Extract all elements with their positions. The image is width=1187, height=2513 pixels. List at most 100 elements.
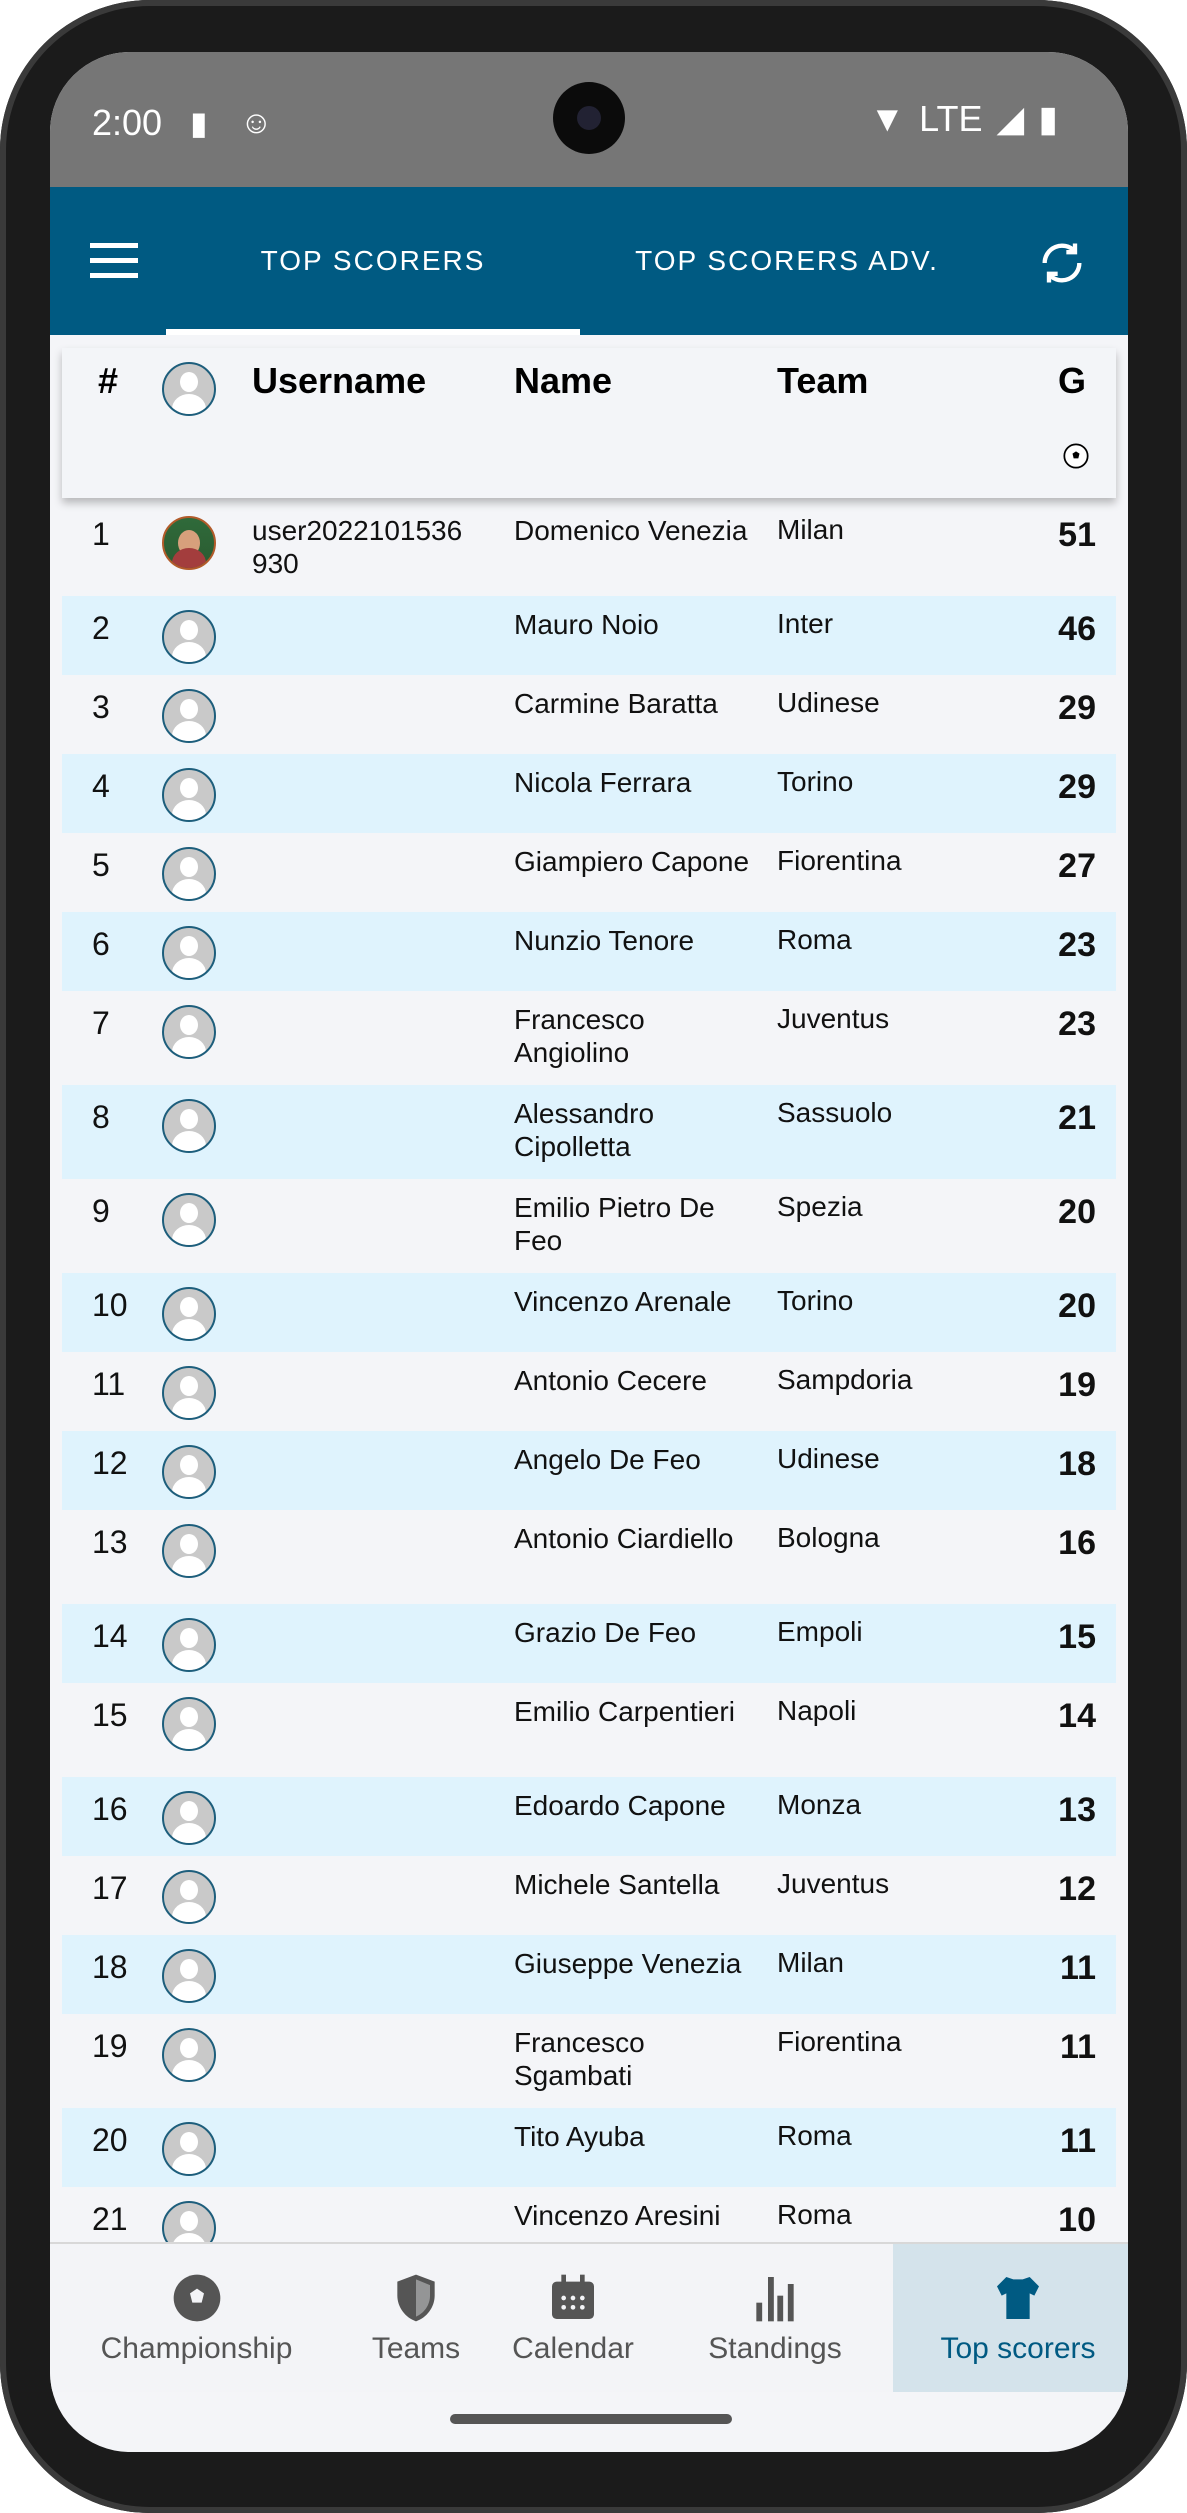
table-row[interactable]: 20 Tito Ayuba Roma 11 [62,2108,1116,2187]
shield-icon [397,2274,435,2322]
rank: 3 [92,689,110,725]
screen: 2:00 ▮ ☺ ▼ LTE ◢ ▮ TOP SCORERS TOP SCORE… [50,52,1128,2452]
rank: 10 [92,1287,128,1323]
table-row[interactable]: 13 Antonio Ciardiello Bologna 16 [62,1510,1116,1604]
avatar [162,1791,216,1845]
goals: 14 [1058,1697,1096,1735]
table-row[interactable]: 9 Emilio Pietro De Feo Spezia 20 [62,1179,1116,1273]
header-goals[interactable]: G [1058,360,1086,402]
status-bar: 2:00 ▮ ☺ ▼ LTE ◢ ▮ [50,52,1128,187]
table-row[interactable]: 8 Alessandro Cipolletta Sassuolo 21 [62,1085,1116,1179]
player-name: Francesco Angiolino [514,1004,645,1068]
rank: 2 [92,610,110,646]
table-row[interactable]: 14 Grazio De Feo Empoli 15 [62,1604,1116,1683]
front-camera [553,82,625,154]
avatar [162,1445,216,1499]
player-name: Emilio Pietro De Feo [514,1192,715,1256]
avatar-header-icon [162,362,216,416]
header-team[interactable]: Team [777,360,868,402]
header-rank[interactable]: # [98,360,118,402]
nav-item-teams[interactable]: Teams [343,2244,489,2392]
player-name: Mauro Noio [514,609,659,640]
sd-card-icon: ▮ [190,105,208,141]
table-row[interactable]: 10 Vincenzo Arenale Torino 20 [62,1273,1116,1352]
team-name: Torino [777,1285,854,1316]
wifi-icon: ▼ [869,98,906,139]
table-row[interactable]: 3 Carmine Baratta Udinese 29 [62,675,1116,754]
goals: 11 [1060,2028,1096,2066]
status-right: ▼ LTE ◢ ▮ [870,98,1059,140]
table-row[interactable]: 2 Mauro Noio Inter 46 [62,596,1116,675]
team-name: Roma [777,924,852,955]
avatar [162,610,216,664]
rank: 20 [92,2122,128,2158]
table-row[interactable]: 6 Nunzio Tenore Roma 23 [62,912,1116,991]
status-time: 2:00 [92,102,163,143]
nav-item-standings[interactable]: Standings [657,2244,893,2392]
menu-icon[interactable] [90,243,138,279]
nav-item-championship[interactable]: Championship [50,2244,343,2392]
home-indicator[interactable] [450,2414,732,2424]
player-name: Giampiero Capone [514,846,750,877]
avatar [162,2028,216,2082]
rank: 14 [92,1618,128,1654]
network-label: LTE [919,98,983,139]
team-name: Milan [777,514,844,545]
header-name[interactable]: Name [514,360,612,402]
rank: 12 [92,1445,128,1481]
avatar [162,847,216,901]
table-row[interactable]: 7 Francesco Angiolino Juventus 23 [62,991,1116,1085]
table-row[interactable]: 4 Nicola Ferrara Torino 29 [62,754,1116,833]
soccer-ball-icon [1063,443,1089,469]
tab-top-scorers-adv[interactable]: TOP SCORERS ADV. [580,187,994,335]
table-row[interactable]: 19 Francesco Sgambati Fiorentina 11 [62,2014,1116,2108]
rank: 18 [92,1949,128,1985]
nav-item-top-scorers[interactable]: Top scorers [893,2244,1128,2392]
bar-chart-icon [756,2277,794,2322]
rank: 1 [92,516,110,552]
player-name: Carmine Baratta [514,688,718,719]
soccer-ball-icon [173,2274,220,2322]
nav-label: Calendar [512,2332,634,2365]
refresh-icon[interactable] [1036,237,1088,289]
player-name: Michele Santella [514,1869,720,1900]
player-name: Antonio Ciardiello [514,1523,734,1554]
table-row[interactable]: 15 Emilio Carpentieri Napoli 14 [62,1683,1116,1777]
player-name: Grazio De Feo [514,1617,697,1648]
rank: 13 [92,1524,128,1560]
table-row[interactable]: 12 Angelo De Feo Udinese 18 [62,1431,1116,1510]
player-name: Edoardo Capone [514,1790,726,1821]
header-username[interactable]: Username [252,360,426,402]
table-row[interactable]: 11 Antonio Cecere Sampdoria 19 [62,1352,1116,1431]
goals: 11 [1060,2122,1096,2160]
avatar [162,1618,216,1672]
battery-icon: ▮ [1038,98,1058,139]
goals: 20 [1058,1193,1096,1231]
nav-label: Top scorers [940,2332,1096,2365]
signal-icon: ◢ [996,98,1025,139]
team-name: Empoli [777,1616,863,1647]
nav-item-calendar[interactable]: Calendar [489,2244,657,2392]
table-row[interactable]: 1 user2022101536 930 Domenico Venezia Milan… [62,502,1116,596]
rank: 9 [92,1193,110,1229]
rank: 5 [92,847,110,883]
team-name: Fiorentina [777,845,902,876]
goals: 13 [1058,1791,1096,1829]
table-row[interactable]: 5 Giampiero Capone Fiorentina 27 [62,833,1116,912]
player-name: Francesco Sgambati [514,2027,645,2091]
avatar [162,1949,216,2003]
avatar [162,1697,216,1751]
rank: 4 [92,768,110,804]
avatar [162,1524,216,1578]
goals: 20 [1058,1287,1096,1325]
tab-top-scorers[interactable]: TOP SCORERS [166,187,580,335]
table-row[interactable]: 17 Michele Santella Juventus 12 [62,1856,1116,1935]
table-row[interactable]: 16 Edoardo Capone Monza 13 [62,1777,1116,1856]
avatar [162,1366,216,1420]
rank: 19 [92,2028,128,2064]
team-name: Sampdoria [777,1364,913,1395]
team-name: Bologna [777,1522,880,1553]
goals: 10 [1058,2201,1096,2239]
rank: 6 [92,926,110,962]
table-row[interactable]: 18 Giuseppe Venezia Milan 11 [62,1935,1116,2014]
